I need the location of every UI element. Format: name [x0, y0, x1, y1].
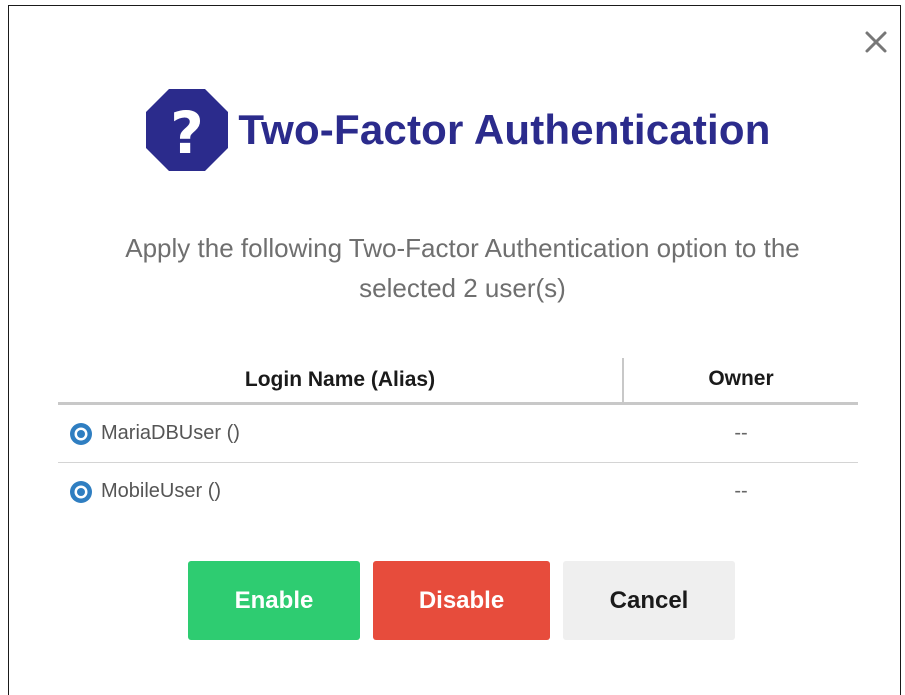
radio-selected-icon: [70, 422, 92, 445]
table-header: Login Name (Alias) Owner: [58, 356, 858, 405]
dialog-title: Two-Factor Authentication: [238, 106, 771, 153]
radio-selected-icon: [70, 480, 92, 503]
column-header-owner[interactable]: Owner: [624, 356, 858, 402]
question-octagon-icon: ?: [146, 89, 229, 171]
owner-cell: --: [734, 480, 748, 502]
dialog-buttons: Enable Disable Cancel: [188, 561, 735, 640]
users-table: Login Name (Alias) Owner MariaDBUser () …: [58, 356, 858, 520]
enable-button[interactable]: Enable: [188, 561, 360, 640]
login-cell: MariaDBUser (): [58, 422, 624, 446]
column-header-login[interactable]: Login Name (Alias): [58, 358, 624, 402]
svg-text:?: ?: [171, 99, 205, 167]
dialog-message: Apply the following Two-Factor Authentic…: [40, 228, 885, 308]
disable-button[interactable]: Disable: [373, 561, 550, 640]
login-cell: MobileUser (): [58, 480, 624, 504]
login-name: MariaDBUser (): [101, 422, 240, 444]
close-icon[interactable]: [858, 24, 894, 60]
message-line-2: selected 2 user(s): [359, 273, 566, 303]
table-row[interactable]: MobileUser () --: [58, 463, 858, 520]
owner-cell: --: [734, 422, 748, 444]
table-row[interactable]: MariaDBUser () --: [58, 405, 858, 463]
login-name: MobileUser (): [101, 480, 222, 502]
message-line-1: Apply the following Two-Factor Authentic…: [125, 233, 800, 263]
cancel-button[interactable]: Cancel: [563, 561, 735, 640]
dialog-header: ? Two-Factor Authentication: [0, 86, 905, 174]
